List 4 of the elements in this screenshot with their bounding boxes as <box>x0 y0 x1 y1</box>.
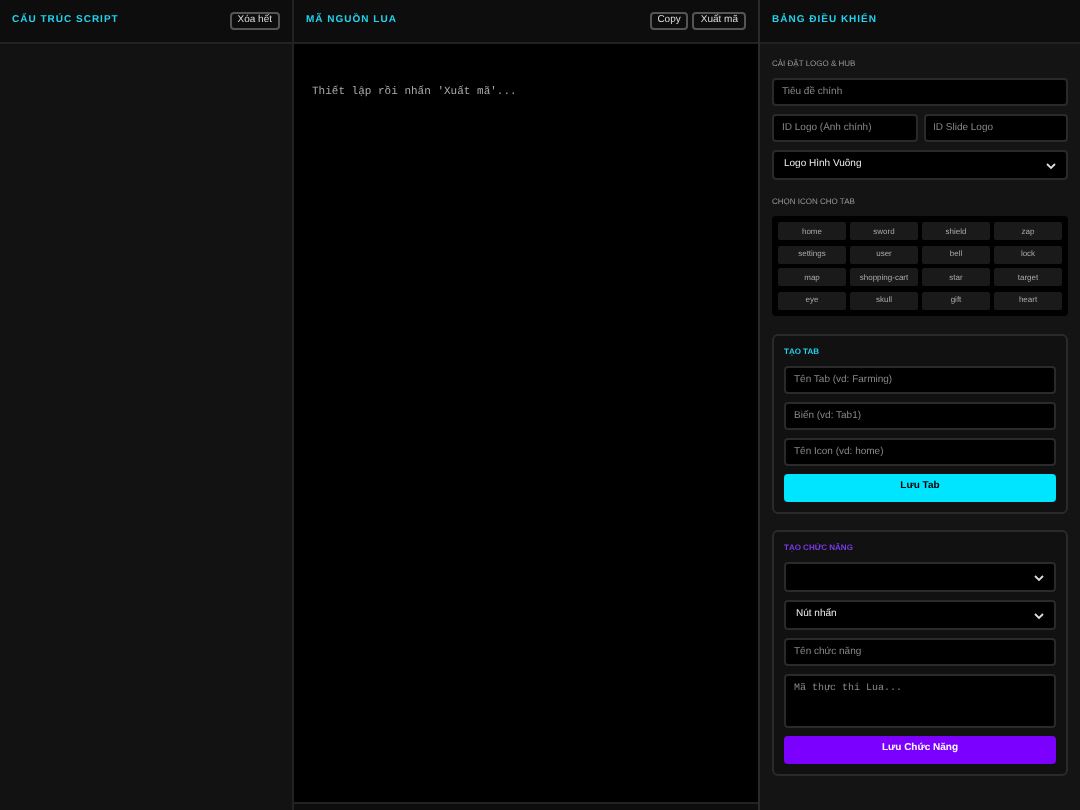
tab-select[interactable] <box>784 562 1056 592</box>
chevron-down-icon <box>1034 573 1044 581</box>
chevron-down-icon <box>1034 611 1044 619</box>
chevron-down-icon <box>1046 161 1056 169</box>
